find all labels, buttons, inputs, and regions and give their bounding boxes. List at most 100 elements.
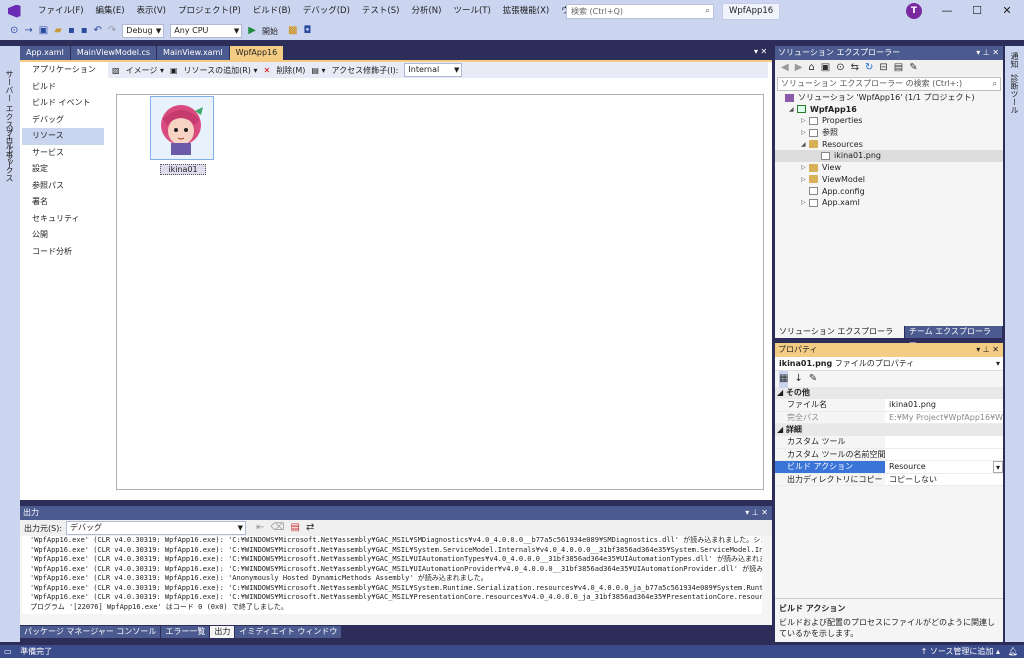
output-source-select[interactable]: デバッグ ▼ — [66, 521, 247, 535]
expand-icon[interactable]: ◢ — [801, 139, 806, 151]
redo-icon[interactable]: ↷ — [108, 22, 116, 40]
output-text[interactable]: 'WpfApp16.exe' (CLR v4.0.30319: WpfApp16… — [22, 536, 762, 614]
menu-item[interactable]: デバッグ(D) — [297, 0, 356, 22]
document-tab[interactable]: App.xaml — [20, 46, 70, 60]
resource-type-dropdown[interactable]: イメージ ▾ — [126, 65, 164, 76]
nav-item[interactable]: コード分析 — [22, 244, 104, 261]
property-row[interactable]: 出力ディレクトリにコピー コピーしない — [775, 473, 1003, 486]
maximize-button[interactable]: ☐ — [962, 0, 992, 22]
categorized-icon[interactable]: ▦ — [779, 370, 789, 388]
expand-icon[interactable]: ▷ — [801, 162, 806, 174]
tree-item[interactable]: ikina01.png — [775, 150, 1003, 163]
property-row[interactable]: カスタム ツールの名前空間 — [775, 448, 1003, 461]
camera-icon[interactable]: ◘ — [303, 22, 311, 40]
property-row[interactable]: カスタム ツール — [775, 436, 1003, 449]
expand-icon[interactable]: ▷ — [801, 197, 806, 209]
bottom-tab[interactable]: 出力 — [210, 626, 235, 638]
hot-reload-icon[interactable]: ▩ — [288, 22, 297, 40]
bottom-tab[interactable]: イミディエイト ウィンドウ — [235, 626, 342, 638]
tree-item[interactable]: App.config — [775, 186, 1003, 198]
menu-item[interactable]: 編集(E) — [90, 0, 131, 22]
open-folder-icon[interactable]: ▰ — [54, 22, 62, 40]
home-icon[interactable]: ⌂ — [808, 59, 814, 77]
save-icon[interactable]: ▪ — [68, 22, 75, 40]
navigate-back-icon[interactable]: ⊙ — [10, 22, 18, 40]
source-control-button[interactable]: ↑ ソース管理に追加 ▴ — [921, 645, 1000, 658]
configuration-select[interactable]: Debug ▼ — [122, 24, 165, 38]
new-project-icon[interactable]: ▣ — [39, 22, 48, 40]
document-tab[interactable]: MainView.xaml — [157, 46, 229, 60]
document-tab[interactable]: MainViewModel.cs — [70, 46, 157, 60]
notifications-icon[interactable]: 🔔︎ — [1008, 645, 1018, 658]
expand-icon[interactable]: ◢ — [789, 104, 794, 116]
nav-item[interactable]: リソース — [22, 128, 104, 145]
tab-overflow-icon[interactable]: ▾ ✕ — [754, 47, 767, 56]
menu-item[interactable]: 表示(V) — [131, 0, 172, 22]
nav-item[interactable]: 公開 — [22, 227, 104, 244]
nav-item[interactable]: ビルド — [22, 79, 104, 96]
show-all-files-icon[interactable]: ▤ — [894, 59, 903, 77]
notifications-tab[interactable]: 通知 — [1009, 52, 1020, 68]
save-all-icon[interactable]: ▪ — [81, 22, 88, 40]
pin-icon[interactable]: ▾ ⊥ ✕ — [745, 506, 768, 520]
category-other[interactable]: ◢ その他 — [775, 387, 1003, 399]
minimize-button[interactable]: — — [932, 0, 962, 22]
toolbox-tab[interactable]: ツールボックス — [4, 126, 15, 182]
resource-thumbnail[interactable] — [150, 96, 214, 160]
bottom-tab[interactable]: エラー一覧 — [161, 626, 210, 638]
chevron-down-icon[interactable]: ▾ — [993, 461, 1003, 473]
clear-all-icon[interactable]: ⌫ — [270, 519, 284, 537]
properties-object-selector[interactable]: ikina01.png ファイルのプロパティ ▾ — [775, 357, 1003, 371]
tree-item[interactable]: ▷ ViewModel — [775, 174, 1003, 186]
delete-button[interactable]: 削除(M) — [276, 65, 305, 76]
undo-icon[interactable]: ↶ — [94, 22, 102, 40]
tree-item[interactable]: ▷ 参照 — [775, 127, 1003, 139]
property-value[interactable] — [885, 448, 1003, 460]
menu-item[interactable]: テスト(S) — [356, 0, 406, 22]
tree-item[interactable]: ◢ Resources — [775, 139, 1003, 151]
search-input[interactable]: 検索 (Ctrl+Q) ⌕ — [566, 4, 714, 19]
sync-icon[interactable]: ⇆ — [851, 59, 859, 77]
access-modifier-select[interactable]: Internal ▼ — [404, 63, 463, 77]
close-button[interactable]: ✕ — [992, 0, 1022, 22]
property-value[interactable]: Resource — [885, 461, 993, 473]
menu-item[interactable]: 拡張機能(X) — [497, 0, 555, 22]
back-icon[interactable]: ◀ — [781, 59, 789, 77]
pin-icon[interactable]: ▾ ⊥ ✕ — [976, 46, 999, 60]
navigate-forward-icon[interactable]: → — [24, 22, 32, 40]
menu-item[interactable]: ファイル(F) — [32, 0, 90, 22]
tree-item[interactable]: ▷ View — [775, 162, 1003, 174]
property-row[interactable]: 完全パス E:¥My Project¥WpfApp16¥WpfAp — [775, 411, 1003, 424]
tree-item[interactable]: ソリューション 'WpfApp16' (1/1 プロジェクト) — [775, 92, 1003, 104]
bottom-tab[interactable]: パッケージ マネージャー コンソール — [20, 626, 161, 638]
start-icon[interactable]: ▶ — [248, 22, 256, 40]
nav-item[interactable]: 署名 — [22, 194, 104, 211]
add-resource-dropdown[interactable]: リソースの追加(R) ▾ — [184, 65, 258, 76]
nav-item[interactable]: 設定 — [22, 161, 104, 178]
nav-item[interactable]: ビルド イベント — [22, 95, 104, 112]
start-button[interactable]: 開始 — [262, 26, 278, 37]
panel-tab[interactable]: チーム エクスプローラー — [904, 326, 1002, 348]
forward-icon[interactable]: ▶ — [795, 59, 803, 77]
tree-item[interactable]: ◢ WpfApp16 — [775, 104, 1003, 116]
refresh-icon[interactable]: ↻ — [865, 59, 873, 77]
expand-icon[interactable]: ▷ — [801, 174, 806, 186]
property-pages-icon[interactable]: ✎ — [809, 370, 817, 388]
menu-item[interactable]: ツール(T) — [447, 0, 496, 22]
collapse-all-icon[interactable]: ⊟ — [879, 59, 887, 77]
nav-item[interactable]: セキュリティ — [22, 211, 104, 228]
solution-search-input[interactable]: ソリューション エクスプローラー の検索 (Ctrl+:) ⌕ — [777, 77, 1001, 91]
diagnostic-tools-tab[interactable]: 診断ツール — [1009, 74, 1020, 114]
view-icon[interactable]: ▤ ▾ — [311, 66, 325, 75]
nav-item[interactable]: サービス — [22, 145, 104, 162]
expand-icon[interactable]: ▷ — [801, 115, 806, 127]
resource-name-label[interactable]: ikina01 — [160, 164, 206, 175]
alphabetical-icon[interactable]: ↓ — [794, 370, 802, 388]
pin-icon[interactable]: ▾ ⊥ ✕ — [976, 343, 999, 357]
properties-icon[interactable]: ✎ — [909, 59, 917, 77]
tree-item[interactable]: ▷ App.xaml — [775, 197, 1003, 209]
category-detail[interactable]: ◢ 詳細 — [775, 424, 1003, 436]
toggle-output-icon[interactable]: ⇄ — [306, 519, 314, 537]
nav-item[interactable]: 参照パス — [22, 178, 104, 195]
switch-views-icon[interactable]: ▣ — [821, 59, 830, 77]
